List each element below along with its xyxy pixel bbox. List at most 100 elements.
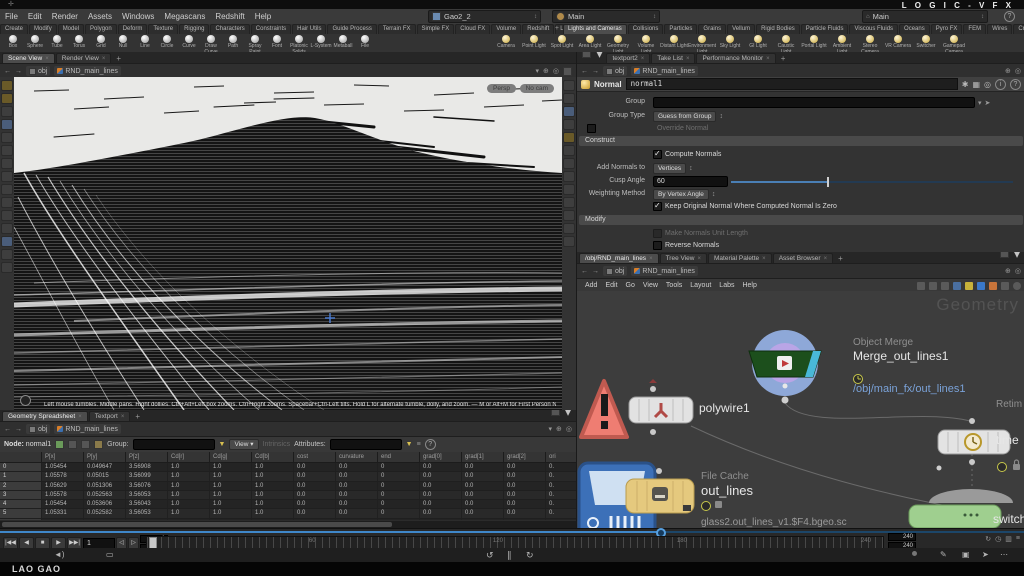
- pose-tool-icon[interactable]: [1, 171, 13, 182]
- override-normal-checkbox[interactable]: [587, 124, 596, 133]
- path-root[interactable]: obj: [603, 66, 627, 76]
- view-dropdown[interactable]: View ▾: [229, 439, 258, 450]
- link-icon[interactable]: ◎: [553, 67, 559, 75]
- attributes-input[interactable]: [330, 439, 402, 450]
- dolly-tool-icon[interactable]: [1, 262, 13, 273]
- forward-icon[interactable]: →: [15, 68, 22, 75]
- shelf-tab[interactable]: Hair Utils: [292, 24, 326, 34]
- scene-selector[interactable]: Main↕: [552, 10, 660, 23]
- shelf-tool[interactable]: Platonic Solids: [288, 34, 310, 52]
- pin-icon[interactable]: ⊕: [1005, 267, 1011, 275]
- table-row[interactable]: 21.05629 0.0513063.56076 1.01.0 1.00.0 0…: [0, 482, 576, 491]
- shelf-tool[interactable]: Curve: [178, 34, 200, 52]
- network-menu-item[interactable]: Help: [738, 282, 760, 289]
- shelf-tab[interactable]: Rigid Bodies: [756, 24, 800, 34]
- group-filter-icon[interactable]: ▼: [219, 441, 226, 448]
- retime-name-label[interactable]: time: [996, 433, 1019, 447]
- path-root[interactable]: obj: [603, 266, 627, 276]
- shelf-tab[interactable]: Viscous Fluids: [849, 24, 898, 34]
- pane-tab[interactable]: Asset Browser×: [773, 253, 833, 263]
- pane-icon[interactable]: ▾: [582, 52, 603, 63]
- cusp-angle-input[interactable]: 60: [653, 176, 728, 187]
- shelf-tool[interactable]: Ambient Light: [828, 34, 856, 52]
- path-node[interactable]: RND_main_lines: [631, 66, 698, 76]
- save-preset-icon[interactable]: ▦: [972, 80, 980, 89]
- search-icon[interactable]: ◎: [984, 80, 991, 89]
- network-canvas[interactable]: Geometry: [577, 291, 1024, 528]
- horizontal-scrollbar[interactable]: [0, 521, 576, 528]
- shelf-tab[interactable]: Volume: [491, 24, 521, 34]
- nocam-pill[interactable]: No cam: [520, 84, 554, 93]
- headlight-icon[interactable]: [563, 132, 575, 143]
- prims-mode-icon[interactable]: [81, 440, 90, 449]
- network-menu-item[interactable]: Add: [581, 282, 601, 289]
- column-header[interactable]: P[z]: [126, 452, 168, 462]
- column-header[interactable]: [0, 452, 42, 462]
- shelf-tab[interactable]: Texture: [148, 24, 178, 34]
- shelf-tool[interactable]: Circle: [156, 34, 178, 52]
- audio-options-icon[interactable]: ▥: [1005, 535, 1012, 543]
- keep-original-checkbox[interactable]: [653, 202, 662, 211]
- path-dropdown-icon[interactable]: ▾: [549, 425, 553, 433]
- points-mode-icon[interactable]: [55, 440, 64, 449]
- pane-menu-icon[interactable]: ▾: [1000, 252, 1021, 263]
- column-header[interactable]: end: [378, 452, 420, 462]
- vertices-mode-icon[interactable]: [68, 440, 77, 449]
- color-palette-icon[interactable]: [953, 282, 961, 290]
- shelf-tool[interactable]: Line: [134, 34, 156, 52]
- network-menu-item[interactable]: Go: [622, 282, 639, 289]
- column-header[interactable]: Cd[b]: [252, 452, 294, 462]
- pane-tab[interactable]: Performance Monitor×: [696, 53, 775, 63]
- overview-icon[interactable]: [1013, 282, 1021, 290]
- wireframe-icon[interactable]: [563, 171, 575, 182]
- rewind-10-icon[interactable]: ↺: [486, 550, 494, 561]
- shelf-tab[interactable]: Collisions: [628, 24, 664, 34]
- menu-item[interactable]: Assets: [83, 12, 117, 21]
- network-menu-item[interactable]: Labs: [715, 282, 738, 289]
- attribute-table[interactable]: P[x]P[y]P[z]Cd[r]Cd[g]Cd[b]costcurvature…: [0, 452, 576, 520]
- back-icon[interactable]: ←: [4, 426, 11, 433]
- group-display-icon[interactable]: [563, 184, 575, 195]
- shelf-tab[interactable]: Guide Process: [327, 24, 376, 34]
- shelf-tab[interactable]: Modify: [29, 24, 57, 34]
- menu-item[interactable]: Edit: [23, 12, 47, 21]
- desktop-right-selector[interactable]: ⌂ Main↕: [862, 10, 988, 23]
- shelf-tab[interactable]: Model: [58, 24, 84, 34]
- pin-icon[interactable]: ⊕: [556, 425, 562, 433]
- shelf-tab[interactable]: Pyro FX: [931, 24, 963, 34]
- shelf-tool[interactable]: Sky Light: [716, 34, 744, 52]
- pane-tab[interactable]: textport2×: [606, 53, 650, 63]
- path-dropdown-icon[interactable]: ▾: [536, 67, 540, 75]
- shelf-tab[interactable]: Deform: [118, 24, 148, 34]
- grid-display-icon[interactable]: [563, 223, 575, 234]
- shelf-tab[interactable]: Grains: [698, 24, 726, 34]
- column-header[interactable]: Cd[r]: [168, 452, 210, 462]
- shelf-tab[interactable]: Polygon: [85, 24, 117, 34]
- construct-section[interactable]: Construct: [579, 136, 1023, 146]
- persp-pill[interactable]: Persp: [487, 84, 516, 93]
- add-tab-icon[interactable]: +: [777, 54, 790, 63]
- menu-item[interactable]: Render: [47, 12, 83, 21]
- back-icon[interactable]: ←: [581, 268, 588, 275]
- pin-icon[interactable]: ⊕: [543, 67, 549, 75]
- shelf-tool[interactable]: Tube: [46, 34, 68, 52]
- shelf-tool[interactable]: Volume Light: [632, 34, 660, 52]
- pane-menu-icon[interactable]: ▾: [551, 410, 572, 421]
- menu-item[interactable]: Redshift: [210, 12, 249, 21]
- reverse-normals-checkbox[interactable]: [653, 241, 662, 250]
- link-icon[interactable]: ◎: [1015, 67, 1021, 75]
- shelf-tab[interactable]: Terrain FX: [378, 24, 416, 34]
- snapshot-icon[interactable]: [563, 236, 575, 247]
- shelf-tool[interactable]: Font: [266, 34, 288, 52]
- playbar-menu-icon[interactable]: ≡: [1016, 535, 1020, 543]
- pane-tab[interactable]: Material Palette×: [708, 253, 772, 263]
- edit-icon[interactable]: ✎: [940, 550, 947, 559]
- shelf-tool[interactable]: Gamepad Camera: [940, 34, 968, 52]
- path-node[interactable]: RND_main_lines: [54, 424, 121, 434]
- column-header[interactable]: grad[0]: [420, 452, 462, 462]
- shelf-tool[interactable]: Spray Paint: [244, 34, 266, 52]
- shelf-tool[interactable]: Sphere: [24, 34, 46, 52]
- shelf-tool[interactable]: L-System: [310, 34, 332, 52]
- shelf-tab[interactable]: Wires: [987, 24, 1012, 34]
- switch-name-label[interactable]: switch: [993, 512, 1024, 526]
